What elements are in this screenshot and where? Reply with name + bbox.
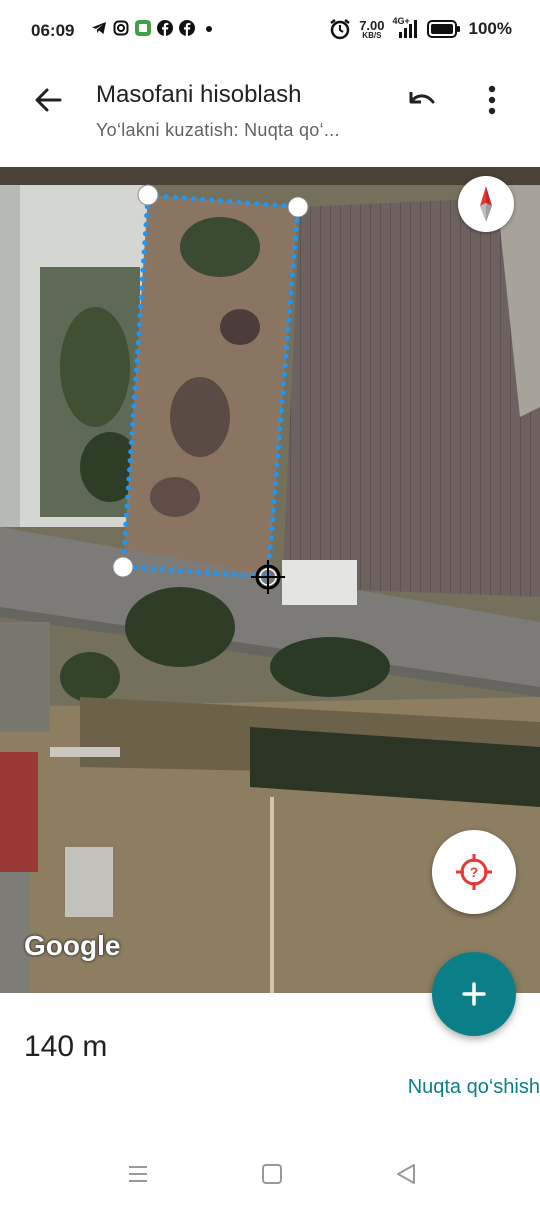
back-arrow-icon[interactable] <box>28 80 68 120</box>
telegram-icon <box>92 22 106 34</box>
more-vert-icon[interactable] <box>474 80 510 120</box>
app-icon <box>135 20 151 36</box>
add-point-fab[interactable] <box>432 952 516 1036</box>
network-speed: 7.00 KB/S <box>359 19 384 40</box>
path-vertex[interactable] <box>112 556 134 578</box>
red-roof <box>0 752 38 872</box>
compass-button[interactable] <box>458 176 514 232</box>
google-attribution: Google <box>24 930 121 961</box>
dot-icon <box>206 26 212 32</box>
alarm-icon <box>330 19 350 40</box>
status-time: 06:09 <box>31 21 75 40</box>
speed-unit: KB/S <box>362 30 382 40</box>
distance-value: 140 m <box>24 1030 108 1063</box>
signal-block: 4G+ <box>393 16 419 40</box>
app-bar: Masofani hisoblash Yo‘lakni kuzatish: Nu… <box>0 62 540 167</box>
path-vertex[interactable] <box>137 184 159 206</box>
back-triangle-icon[interactable] <box>394 1162 418 1186</box>
status-bar: 06:09 7.00 KB/S 4G+ 100% <box>0 0 540 62</box>
speed-value: 7.00 <box>359 17 385 33</box>
plus-icon <box>462 982 486 1006</box>
home-square-icon[interactable] <box>260 1162 284 1186</box>
system-nav-bar <box>0 1140 540 1206</box>
location-target-icon: ? <box>456 854 492 890</box>
notification-icons <box>91 20 217 36</box>
add-point-button[interactable]: Nuqta qo‘shish <box>408 1076 540 1099</box>
my-location-button[interactable]: ? <box>432 830 516 914</box>
menu-icon[interactable] <box>126 1162 150 1186</box>
status-right: 7.00 KB/S 4G+ 100% <box>329 16 512 40</box>
page-title: Masofani hisoblash <box>96 81 302 108</box>
battery-icon <box>426 20 460 38</box>
undo-icon[interactable] <box>400 80 440 120</box>
battery-percent: 100% <box>468 19 512 38</box>
facebook-icon <box>157 20 173 36</box>
facebook-icon <box>179 20 195 36</box>
instagram-icon <box>113 20 129 36</box>
compass-icon <box>480 186 492 222</box>
svg-text:?: ? <box>470 864 479 880</box>
path-vertex[interactable] <box>287 196 309 218</box>
page-subtitle: Yo‘lakni kuzatish: Nuqta qo‘... <box>96 120 340 140</box>
signal-icon <box>398 20 417 38</box>
satellite-map[interactable]: Google ? <box>0 167 540 993</box>
